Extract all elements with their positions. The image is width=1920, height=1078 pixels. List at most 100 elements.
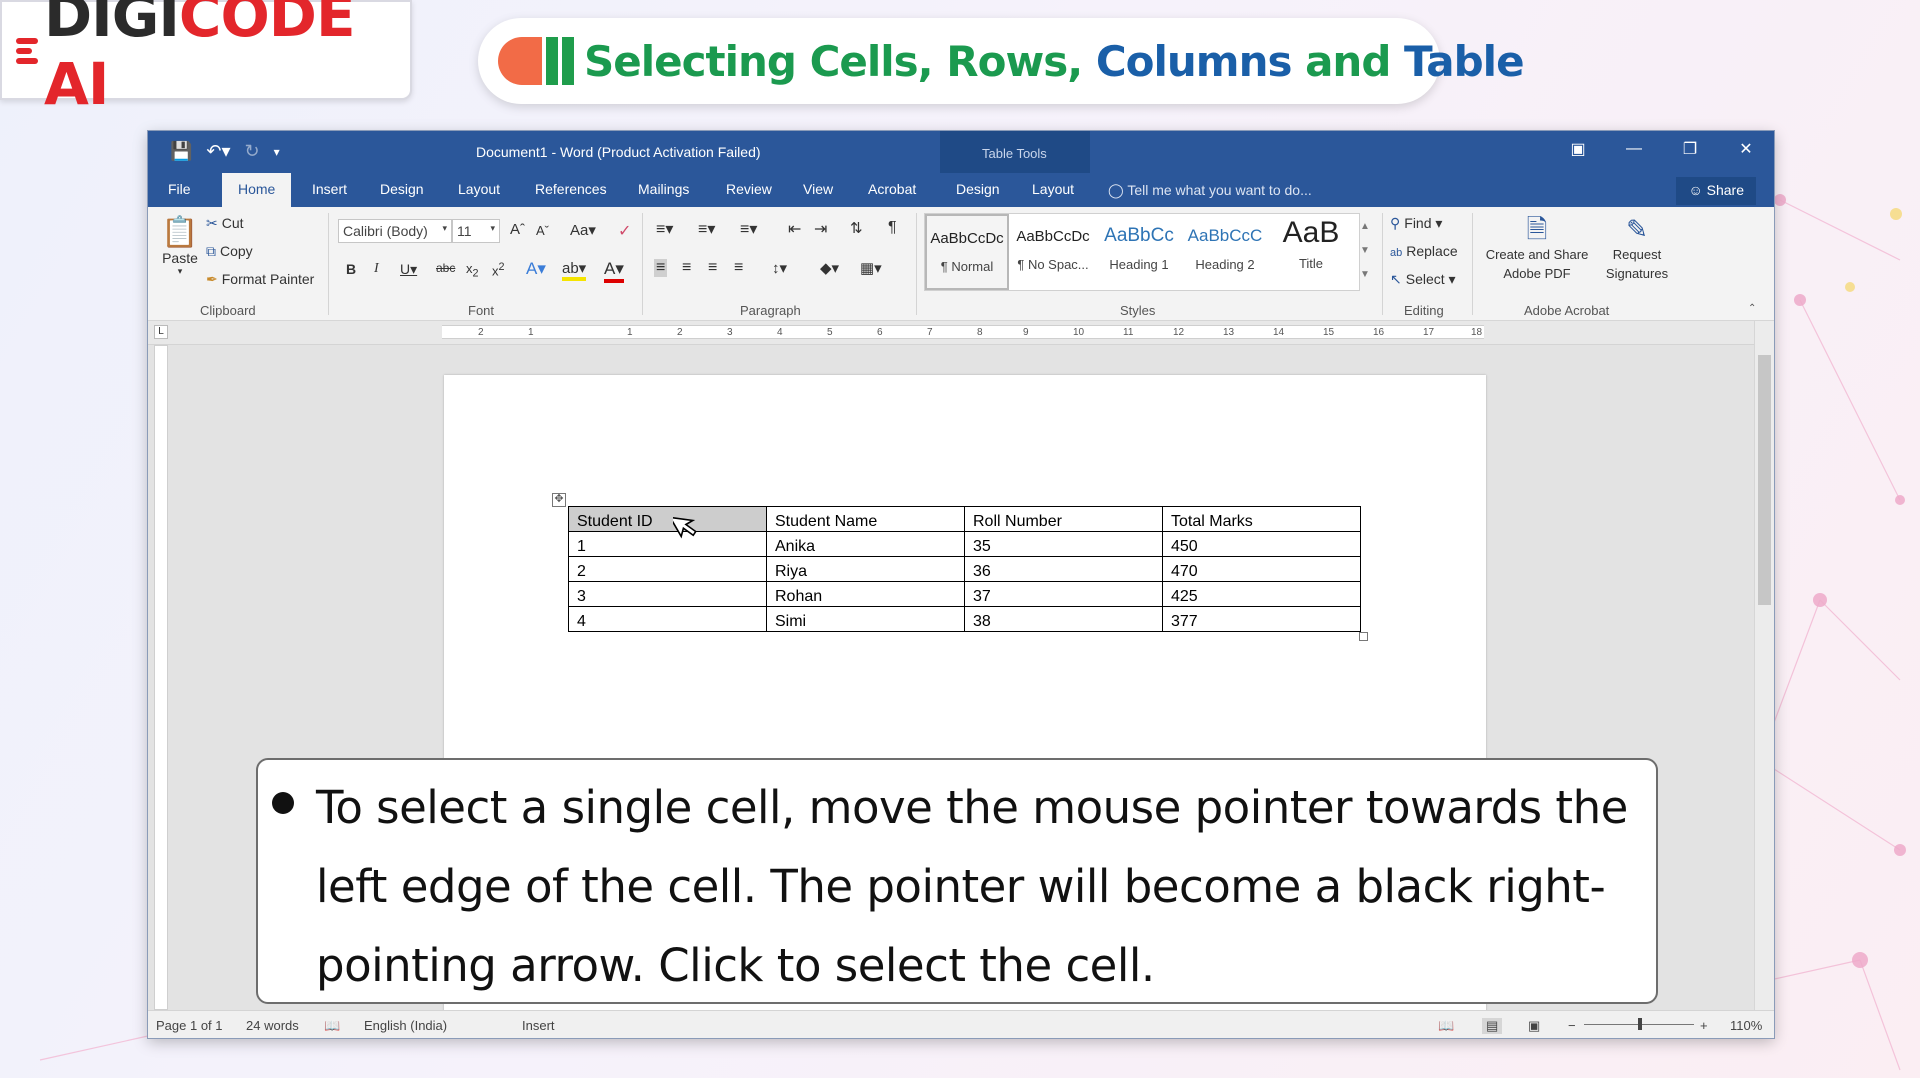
select-button[interactable]: ↖ Select ▾ — [1390, 271, 1456, 288]
strikethrough-icon[interactable]: abc — [436, 261, 455, 275]
format-painter-button[interactable]: ✒ Format Painter — [206, 271, 314, 288]
style-normal[interactable]: AaBbCcDc ¶ Normal — [925, 214, 1009, 290]
table-cell[interactable]: Student Name — [766, 506, 965, 532]
bullets-icon[interactable]: ≡▾ — [656, 219, 673, 239]
ribbon-display-options-icon[interactable]: ▣ — [1550, 131, 1606, 167]
table-cell[interactable]: Anika — [766, 531, 965, 557]
change-case-icon[interactable]: Aa▾ — [570, 221, 596, 239]
table-cell[interactable]: 425 — [1162, 581, 1361, 607]
zoom-in-icon[interactable]: + — [1700, 1018, 1708, 1033]
tab-table-design[interactable]: Design — [956, 181, 1000, 197]
close-button[interactable]: ✕ — [1718, 131, 1774, 167]
pilcrow-icon[interactable]: ¶ — [888, 219, 897, 237]
table-cell[interactable]: 38 — [964, 606, 1163, 632]
align-left-icon[interactable]: ≡ — [654, 259, 668, 277]
table-cell[interactable]: 470 — [1162, 556, 1361, 582]
create-share-pdf-button[interactable]: 🗎 Create and Share Adobe PDF — [1482, 213, 1592, 283]
table-cell[interactable]: Rohan — [766, 581, 965, 607]
text-effects-icon[interactable]: A▾ — [526, 259, 546, 279]
align-center-icon[interactable]: ≡ — [682, 259, 691, 277]
print-layout-icon[interactable]: ▤ — [1482, 1018, 1503, 1034]
tell-me-box[interactable]: ◯ Tell me what you want to do... — [1108, 182, 1312, 199]
line-spacing-icon[interactable]: ↕▾ — [772, 259, 787, 277]
zoom-level[interactable]: 110% — [1730, 1018, 1762, 1033]
highlight-icon[interactable]: ab▾ — [562, 259, 587, 281]
find-button[interactable]: ⚲ Find ▾ — [1390, 215, 1442, 232]
table-cell[interactable]: 1 — [568, 531, 767, 557]
justify-icon[interactable]: ≡ — [734, 259, 743, 277]
proofing-icon[interactable]: 📖 — [324, 1018, 340, 1034]
tab-review[interactable]: Review — [726, 181, 772, 197]
read-mode-icon[interactable]: 📖 — [1438, 1018, 1454, 1034]
borders-icon[interactable]: ▦▾ — [860, 259, 882, 277]
insert-mode[interactable]: Insert — [522, 1018, 555, 1033]
minimize-button[interactable]: — — [1606, 131, 1662, 167]
styles-scroll-icon[interactable]: ▲ ▼ ▼ — [1360, 215, 1370, 287]
style-heading-2[interactable]: AaBbCcC Heading 2 — [1183, 214, 1267, 290]
cut-button[interactable]: ✂ Cut — [206, 215, 244, 232]
collapse-ribbon-icon[interactable]: ⌃ — [1748, 303, 1756, 314]
redo-icon[interactable]: ↻ — [245, 141, 260, 162]
zoom-slider-thumb[interactable] — [1638, 1018, 1642, 1030]
font-size-select[interactable]: 11 ▾ — [452, 219, 500, 243]
customize-qat-icon[interactable]: ▾ — [274, 141, 280, 162]
numbering-icon[interactable]: ≡▾ — [698, 219, 715, 239]
web-layout-icon[interactable]: ▣ — [1528, 1018, 1540, 1034]
copy-button[interactable]: ⧉ Copy — [206, 243, 253, 260]
share-button[interactable]: ☺ Share — [1676, 177, 1756, 205]
superscript-icon[interactable]: x2 — [492, 261, 505, 278]
vertical-scrollbar[interactable] — [1754, 321, 1774, 1011]
table-cell[interactable]: Roll Number — [964, 506, 1163, 532]
replace-button[interactable]: ab Replace — [1390, 243, 1458, 259]
table-resize-handle[interactable] — [1359, 632, 1368, 641]
align-right-icon[interactable]: ≡ — [708, 259, 717, 277]
tab-acrobat[interactable]: Acrobat — [868, 181, 916, 197]
tab-references[interactable]: References — [535, 181, 607, 197]
tab-layout[interactable]: Layout — [458, 181, 500, 197]
tab-insert[interactable]: Insert — [312, 181, 347, 197]
tab-view[interactable]: View — [803, 181, 833, 197]
decrease-indent-icon[interactable]: ⇤ — [788, 219, 801, 239]
table-cell[interactable]: 37 — [964, 581, 1163, 607]
selected-cell[interactable]: Student ID — [568, 506, 767, 532]
tab-file[interactable]: File — [168, 181, 191, 197]
multilevel-list-icon[interactable]: ≡▾ — [740, 219, 757, 239]
sort-icon[interactable]: ⇅ — [850, 219, 863, 237]
table-cell[interactable]: 4 — [568, 606, 767, 632]
clear-formatting-icon[interactable]: ✓ — [618, 221, 631, 241]
request-signatures-button[interactable]: ✎ Request Signatures — [1596, 213, 1678, 283]
tab-design[interactable]: Design — [380, 181, 424, 197]
italic-icon[interactable]: I — [374, 261, 379, 277]
table-cell[interactable]: Simi — [766, 606, 965, 632]
table-cell[interactable]: 377 — [1162, 606, 1361, 632]
tab-table-layout[interactable]: Layout — [1032, 181, 1074, 197]
table-cell[interactable]: 36 — [964, 556, 1163, 582]
table-cell[interactable]: 2 — [568, 556, 767, 582]
page-count[interactable]: Page 1 of 1 — [156, 1018, 223, 1033]
save-icon[interactable]: 💾 — [170, 141, 192, 162]
paste-button[interactable]: 📋 Paste ▾ — [160, 215, 200, 277]
tab-selector-icon[interactable]: L — [154, 325, 168, 339]
table-cell[interactable]: 35 — [964, 531, 1163, 557]
increase-indent-icon[interactable]: ⇥ — [814, 219, 827, 239]
tab-home[interactable]: Home — [222, 173, 292, 207]
subscript-icon[interactable]: x2 — [466, 261, 479, 280]
table-move-handle-icon[interactable]: ✥ — [552, 493, 566, 507]
shrink-font-icon[interactable]: Aˇ — [536, 223, 549, 238]
style-heading-1[interactable]: AaBbCc Heading 1 — [1097, 214, 1181, 290]
underline-icon[interactable]: U▾ — [400, 261, 417, 278]
grow-font-icon[interactable]: Aˆ — [510, 221, 525, 238]
zoom-out-icon[interactable]: − — [1568, 1018, 1576, 1033]
tab-mailings[interactable]: Mailings — [638, 181, 689, 197]
table-cell[interactable]: 3 — [568, 581, 767, 607]
bold-icon[interactable]: B — [346, 261, 356, 277]
scroll-thumb[interactable] — [1758, 355, 1771, 605]
shading-icon[interactable]: ◆▾ — [820, 259, 839, 277]
undo-icon[interactable]: ↶▾ — [206, 141, 230, 162]
table-cell[interactable]: Total Marks — [1162, 506, 1361, 532]
restore-button[interactable]: ❐ — [1662, 131, 1718, 167]
language[interactable]: English (India) — [364, 1018, 447, 1033]
table-cell[interactable]: Riya — [766, 556, 965, 582]
style-no-spacing[interactable]: AaBbCcDc ¶ No Spac... — [1011, 214, 1095, 290]
style-title[interactable]: AaB Title — [1269, 214, 1353, 290]
